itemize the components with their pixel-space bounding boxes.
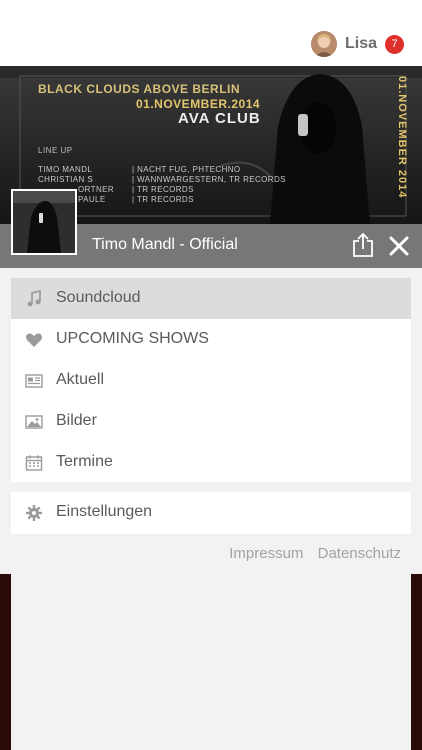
settings-menu: Einstellungen xyxy=(11,492,411,534)
close-icon[interactable] xyxy=(388,235,410,257)
menu-item-label: Einstellungen xyxy=(56,503,153,520)
lineup-name: ORTNER xyxy=(78,185,115,194)
image-icon xyxy=(25,413,43,431)
lineup-name: PAULE xyxy=(78,195,106,204)
newspaper-icon xyxy=(25,372,43,390)
menu-item-soundcloud[interactable]: Soundcloud xyxy=(11,278,411,319)
menu-item-upcoming-shows[interactable]: UPCOMING SHOWS xyxy=(11,319,411,360)
menu-item-einstellungen[interactable]: Einstellungen xyxy=(11,492,411,533)
lineup-name: CHRISTIAN S xyxy=(38,175,94,184)
lineup-label: | WANNWARGESTERN, TR RECORDS xyxy=(132,175,286,184)
content-panel xyxy=(11,574,411,750)
lineup-name: TIMO MANDL xyxy=(38,165,93,174)
menu-item-bilder[interactable]: Bilder xyxy=(11,401,411,442)
heart-icon xyxy=(25,331,43,349)
calendar-icon xyxy=(25,454,43,472)
lineup-label: | NACHT FUG, PHTECHNO xyxy=(132,165,241,174)
impressum-link[interactable]: Impressum xyxy=(229,545,303,562)
menu-item-label: Termine xyxy=(56,453,113,470)
top-bar: Lisa 7 xyxy=(0,0,422,66)
banner-lineup-label: LINE UP xyxy=(38,146,73,155)
gear-icon xyxy=(25,504,43,522)
banner-vertical-date: 01.NOVEMBER 2014 xyxy=(396,76,408,199)
username[interactable]: Lisa xyxy=(345,35,377,53)
user-menu[interactable]: Lisa 7 xyxy=(310,30,404,58)
page-background xyxy=(0,574,422,750)
menu-item-label: Bilder xyxy=(56,412,97,429)
menu-item-termine[interactable]: Termine xyxy=(11,442,411,483)
banner-date: 01.NOVEMBER.2014 xyxy=(136,97,261,111)
footer-links: Impressum Datenschutz xyxy=(219,545,401,562)
profile-title: Timo Mandl - Official xyxy=(92,236,238,253)
profile-thumbnail[interactable] xyxy=(11,189,77,255)
lineup-label: | TR RECORDS xyxy=(132,195,194,204)
menu-item-label: UPCOMING SHOWS xyxy=(56,330,209,347)
banner-club: AVA CLUB xyxy=(178,110,261,127)
music-note-icon xyxy=(25,289,43,308)
menu-item-label: Soundcloud xyxy=(56,289,141,306)
menu-item-label: Aktuell xyxy=(56,371,105,388)
share-icon[interactable] xyxy=(352,232,374,258)
lineup-row: CHRISTIAN S | WANNWARGESTERN, TR RECORDS xyxy=(38,175,285,184)
lineup-label: | TR RECORDS xyxy=(132,185,194,194)
lineup-row: PAULE | TR RECORDS xyxy=(78,195,193,204)
lineup-row: TIMO MANDL | NACHT FUG, PHTECHNO xyxy=(38,165,240,174)
datenschutz-link[interactable]: Datenschutz xyxy=(318,545,401,562)
banner-title: BLACK CLOUDS ABOVE BERLIN xyxy=(38,82,241,96)
avatar[interactable] xyxy=(310,31,337,57)
notification-badge[interactable]: 7 xyxy=(385,34,404,54)
navigation-menu: Soundcloud UPCOMING SHOWS Aktuell Bilder… xyxy=(11,278,411,482)
menu-item-aktuell[interactable]: Aktuell xyxy=(11,360,411,401)
lineup-row: ORTNER | TR RECORDS xyxy=(78,185,193,194)
